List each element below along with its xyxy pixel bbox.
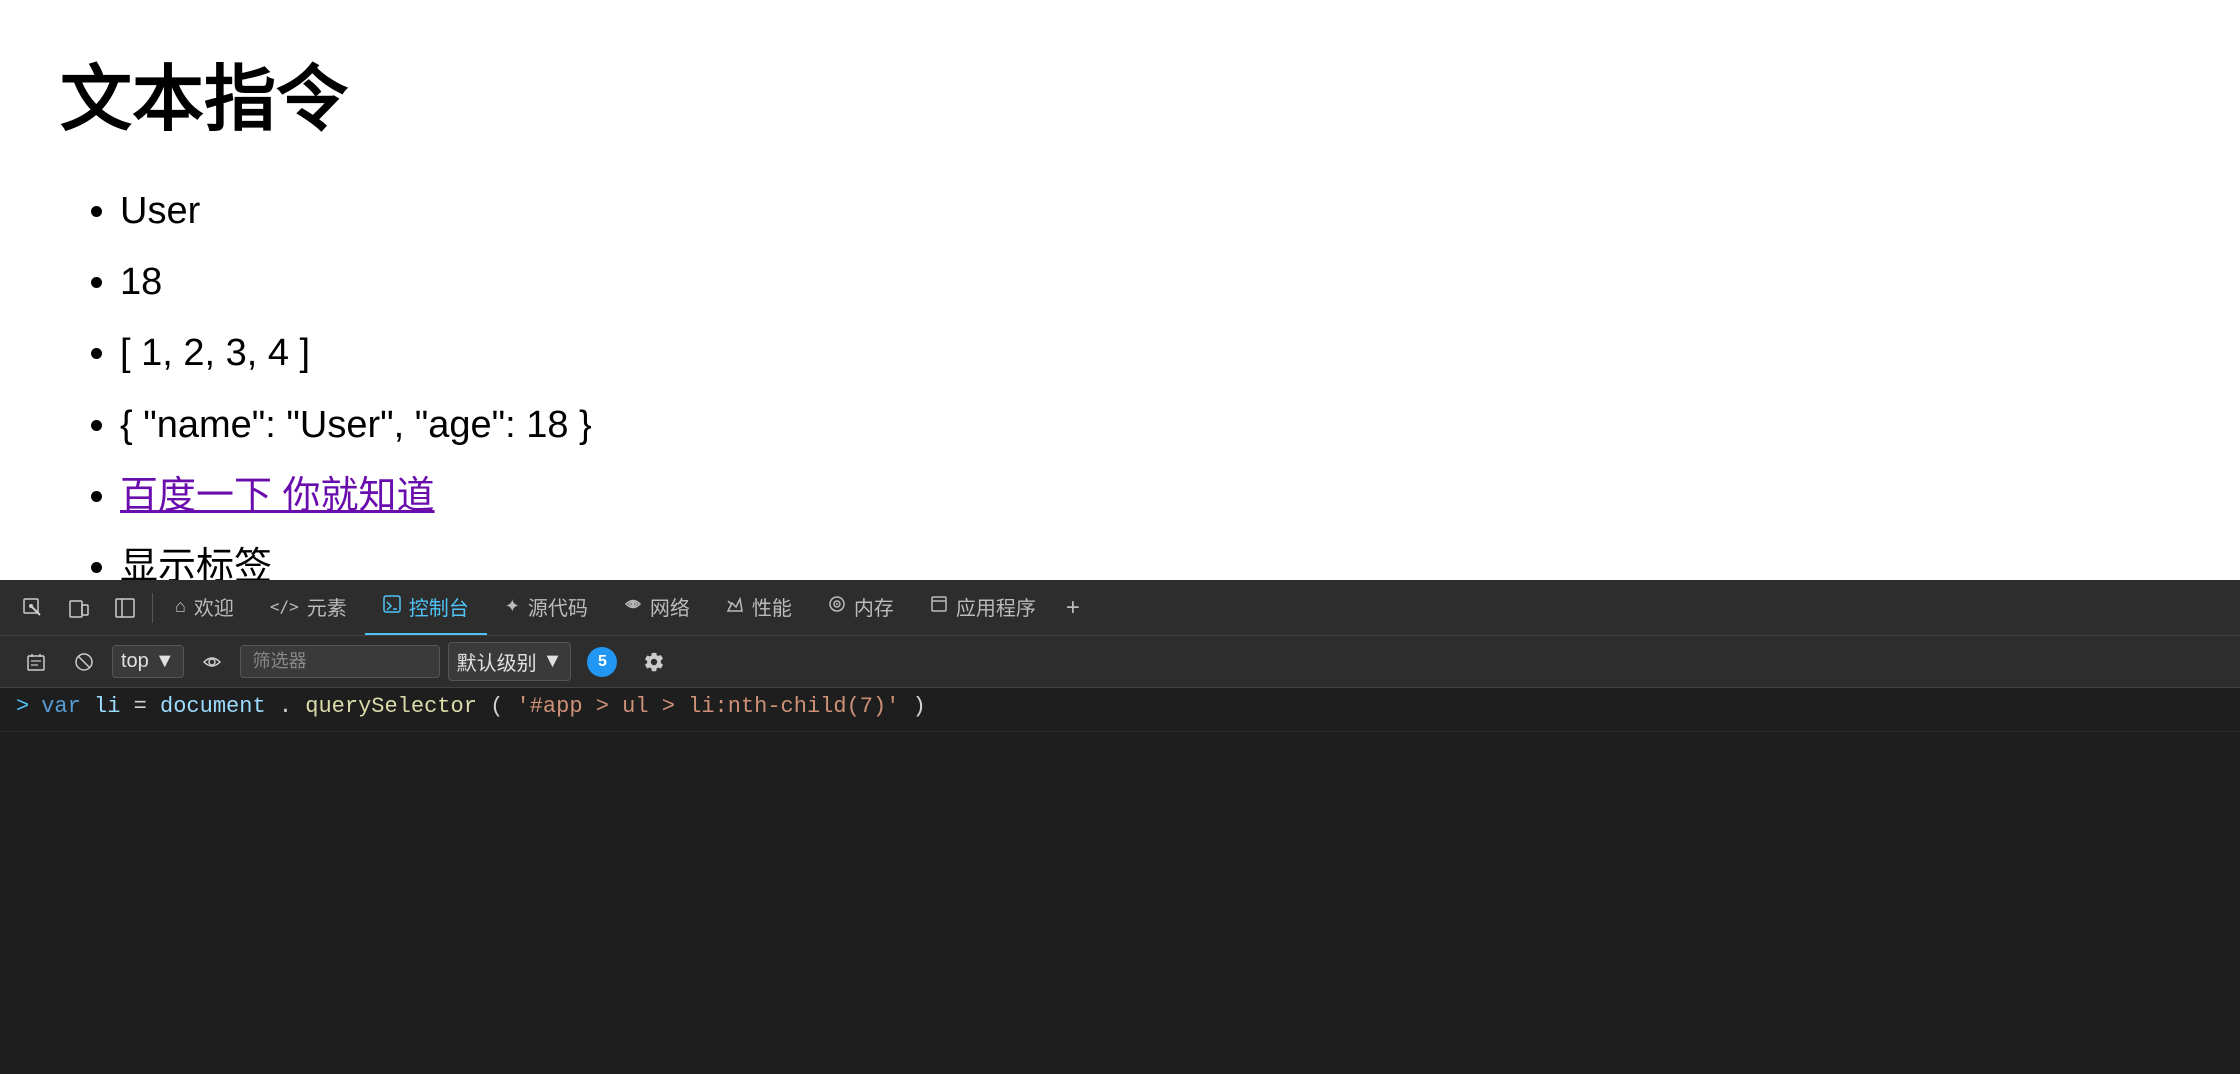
punctuation-assign: = xyxy=(134,694,160,719)
console-code-1: var li = document . querySelector ( '#ap… xyxy=(41,694,926,719)
log-level-dropdown-icon: ▼ xyxy=(543,650,563,673)
gear-icon xyxy=(643,651,665,673)
tab-welcome-label: 欢迎 xyxy=(194,592,234,621)
tab-network[interactable]: 网络 xyxy=(606,580,708,635)
context-label: top xyxy=(121,650,149,673)
inspect-element-button[interactable] xyxy=(10,589,56,627)
message-badge[interactable]: 5 xyxy=(579,643,625,681)
tab-console-label: 控制台 xyxy=(409,592,469,621)
selector-string: '#app > ul > li:nth-child(7)' xyxy=(517,694,900,719)
tab-console[interactable]: 控制台 xyxy=(365,580,487,635)
eye-toggle-button[interactable] xyxy=(192,646,232,678)
block-requests-button[interactable] xyxy=(64,646,104,678)
list-item-3: [ 1, 2, 3, 4 ] xyxy=(120,327,2180,380)
tab-application-label: 应用程序 xyxy=(956,592,1036,621)
list-item-6: 显示标签 xyxy=(120,541,2180,580)
tab-welcome[interactable]: ⌂ 欢迎 xyxy=(157,580,252,635)
tab-sources[interactable]: ✦ 源代码 xyxy=(487,580,606,635)
list-item-1: User xyxy=(120,185,2180,238)
tab-performance-label: 性能 xyxy=(752,592,792,621)
main-content: 文本指令 User 18 [ 1, 2, 3, 4 ] { "name": "User… xyxy=(0,0,2240,580)
tab-memory[interactable]: 内存 xyxy=(810,580,912,635)
tab-elements-label: 元素 xyxy=(307,592,347,621)
devtools-tabs-bar: ⌂ 欢迎 </> 元素 控制台 ✦ 源代码 xyxy=(0,580,2240,636)
log-level-selector[interactable]: 默认级别 ▼ xyxy=(448,642,572,681)
clear-console-button[interactable] xyxy=(16,646,56,678)
devtools-panel: ⌂ 欢迎 </> 元素 控制台 ✦ 源代码 xyxy=(0,580,2240,1074)
network-tab-icon xyxy=(624,595,642,618)
console-content: > var li = document . querySelector ( '#… xyxy=(0,688,2240,1074)
list-item-5[interactable]: 百度一下 你就知道 xyxy=(120,470,2180,523)
device-emulation-button[interactable] xyxy=(56,589,102,627)
cursor-icon xyxy=(22,597,44,619)
application-tab-icon xyxy=(930,595,948,618)
sidebar-icon xyxy=(114,597,136,619)
context-dropdown-icon: ▼ xyxy=(155,650,175,673)
add-tab-button[interactable]: + xyxy=(1054,588,1092,628)
console-line-1[interactable]: > var li = document . querySelector ( '#… xyxy=(0,688,2240,732)
tab-memory-label: 内存 xyxy=(854,592,894,621)
performance-tab-icon xyxy=(726,595,744,618)
console-prompt: > xyxy=(16,694,29,719)
list-item-4: { "name": "User", "age": 18 } xyxy=(120,399,2180,452)
tab-performance[interactable]: 性能 xyxy=(708,580,810,635)
block-icon xyxy=(74,652,94,672)
tabs-separator-1 xyxy=(152,593,153,623)
memory-tab-icon xyxy=(828,595,846,618)
tab-elements[interactable]: </> 元素 xyxy=(252,580,365,635)
log-level-label: 默认级别 xyxy=(457,647,537,676)
console-tab-icon xyxy=(383,595,401,618)
sidebar-toggle-button[interactable] xyxy=(102,589,148,627)
filter-input[interactable] xyxy=(240,645,440,678)
devtools-toolbar: top ▼ 默认级别 ▼ 5 xyxy=(0,636,2240,688)
context-selector[interactable]: top ▼ xyxy=(112,645,184,678)
content-list: User 18 [ 1, 2, 3, 4 ] { "name": "User", "a… xyxy=(60,185,2180,580)
list-link-5[interactable]: 百度一下 你就知道 xyxy=(120,475,435,517)
tab-sources-label: 源代码 xyxy=(528,592,588,621)
badge-count: 5 xyxy=(598,653,607,671)
method-queryselector: querySelector xyxy=(305,694,477,719)
punctuation-dot: . xyxy=(279,694,292,719)
clear-icon xyxy=(26,652,46,672)
keyword-var: var xyxy=(41,694,81,719)
tab-network-label: 网络 xyxy=(650,592,690,621)
tab-application[interactable]: 应用程序 xyxy=(912,580,1054,635)
device-icon xyxy=(68,597,90,619)
sources-tab-icon: ✦ xyxy=(505,596,520,617)
console-settings-button[interactable] xyxy=(633,645,675,679)
badge-circle: 5 xyxy=(587,647,617,677)
list-item-2: 18 xyxy=(120,256,2180,309)
welcome-tab-icon: ⌂ xyxy=(175,596,186,617)
punctuation-paren-open: ( xyxy=(490,694,503,719)
elements-tab-icon: </> xyxy=(270,597,299,616)
punctuation-paren-close: ) xyxy=(913,694,926,719)
eye-icon xyxy=(202,652,222,672)
variable-li: li xyxy=(94,694,120,719)
page-title: 文本指令 xyxy=(60,40,2180,145)
variable-document: document xyxy=(160,694,266,719)
